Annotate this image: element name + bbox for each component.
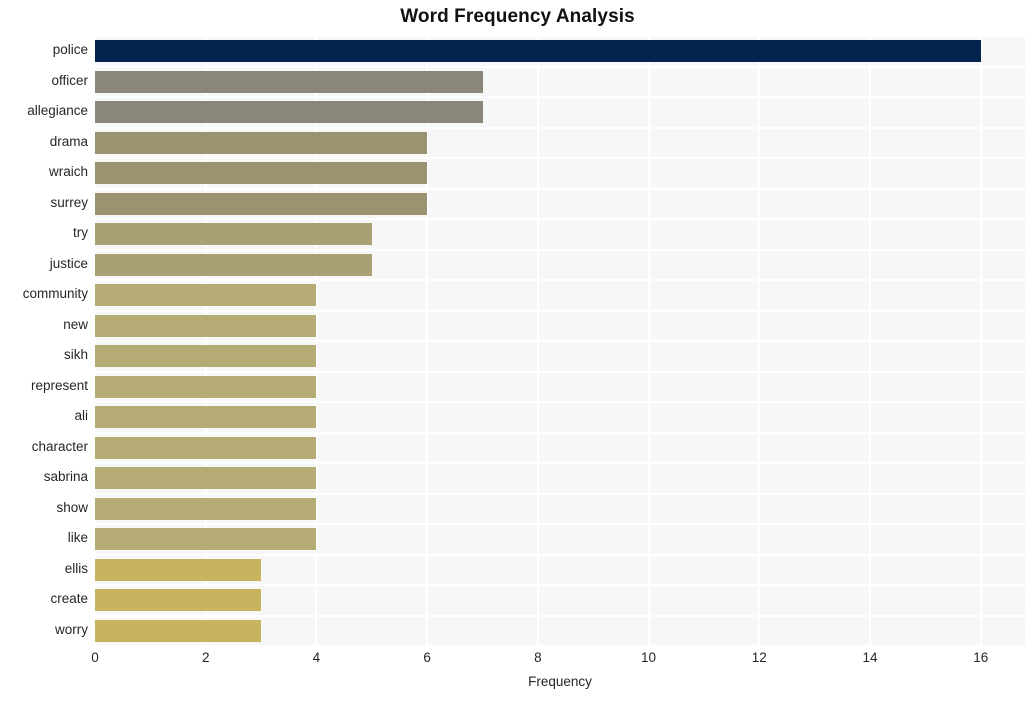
y-tick-label-new: new — [63, 316, 88, 332]
bar-row — [95, 375, 1025, 398]
bar-row — [95, 40, 1025, 63]
bar-row — [95, 162, 1025, 185]
bar-wraich[interactable] — [95, 162, 428, 185]
bar-like[interactable] — [95, 528, 317, 551]
y-tick-label-wraich: wraich — [48, 164, 88, 180]
bar-allegiance[interactable] — [95, 101, 483, 124]
bar-create[interactable] — [95, 589, 262, 612]
y-tick-label-drama: drama — [49, 133, 88, 149]
bar-row — [95, 70, 1025, 93]
x-tick-label-12: 12 — [751, 650, 767, 665]
bar-character[interactable] — [95, 436, 317, 459]
bars-layer — [95, 36, 1025, 646]
y-tick-label-ellis: ellis — [64, 560, 88, 576]
word-frequency-bar-chart: Word Frequency Analysis police officer all… — [0, 0, 1035, 701]
y-tick-label-officer: officer — [51, 72, 88, 88]
y-tick-label-sikh: sikh — [63, 347, 88, 363]
bar-show[interactable] — [95, 497, 317, 520]
x-tick-label-2: 2 — [201, 650, 210, 665]
bar-row — [95, 101, 1025, 124]
y-tick-label-try: try — [73, 225, 88, 241]
plot-area — [94, 35, 1025, 647]
bar-represent[interactable] — [95, 375, 317, 398]
bar-row — [95, 345, 1025, 368]
y-tick-label-show: show — [56, 499, 88, 515]
y-axis-labels: police officer allegiance drama wraich surrey… — [0, 36, 88, 646]
bar-ellis[interactable] — [95, 558, 262, 581]
chart-title: Word Frequency Analysis — [400, 6, 635, 27]
x-tick-label-6: 6 — [423, 650, 431, 665]
bar-row — [95, 131, 1025, 154]
bar-row — [95, 314, 1025, 337]
bar-police[interactable] — [95, 40, 981, 63]
bar-ali[interactable] — [95, 406, 317, 429]
bar-row — [95, 284, 1025, 307]
bar-row — [95, 619, 1025, 642]
bar-row — [95, 467, 1025, 490]
y-tick-label-justice: justice — [49, 255, 88, 271]
bar-officer[interactable] — [95, 70, 483, 93]
bar-row — [95, 253, 1025, 276]
bar-drama[interactable] — [95, 131, 428, 154]
y-tick-label-create: create — [50, 591, 88, 607]
x-tick-label-4: 4 — [312, 650, 321, 665]
bar-new[interactable] — [95, 314, 317, 337]
y-tick-label-like: like — [67, 530, 88, 546]
x-axis-ticks: 0 2 4 6 8 10 12 14 16 — [91, 646, 1025, 672]
x-axis-title: Frequency — [528, 674, 592, 689]
y-tick-label-worry: worry — [55, 621, 88, 637]
bar-row — [95, 497, 1025, 520]
bar-try[interactable] — [95, 223, 372, 246]
bar-worry[interactable] — [95, 619, 262, 642]
x-tick-label-0: 0 — [91, 650, 99, 665]
bar-row — [95, 223, 1025, 246]
bar-row — [95, 192, 1025, 215]
y-tick-label-community: community — [22, 286, 88, 302]
y-tick-label-ali: ali — [74, 408, 88, 424]
bar-row — [95, 558, 1025, 581]
bar-community[interactable] — [95, 284, 317, 307]
y-tick-label-surrey: surrey — [50, 194, 88, 210]
x-tick-label-16: 16 — [973, 650, 989, 665]
y-tick-label-police: police — [52, 42, 88, 58]
x-tick-label-10: 10 — [641, 650, 657, 665]
bar-justice[interactable] — [95, 253, 372, 276]
x-tick-label-14: 14 — [862, 650, 878, 665]
bar-row — [95, 528, 1025, 551]
bar-surrey[interactable] — [95, 192, 428, 215]
bar-sabrina[interactable] — [95, 467, 317, 490]
y-tick-label-sabrina: sabrina — [43, 469, 88, 485]
bar-row — [95, 436, 1025, 459]
bar-sikh[interactable] — [95, 345, 317, 368]
bar-row — [95, 589, 1025, 612]
y-tick-label-allegiance: allegiance — [27, 103, 88, 119]
y-tick-label-character: character — [31, 438, 88, 454]
x-tick-label-8: 8 — [534, 650, 542, 665]
bar-row — [95, 406, 1025, 429]
y-tick-label-represent: represent — [30, 377, 88, 393]
